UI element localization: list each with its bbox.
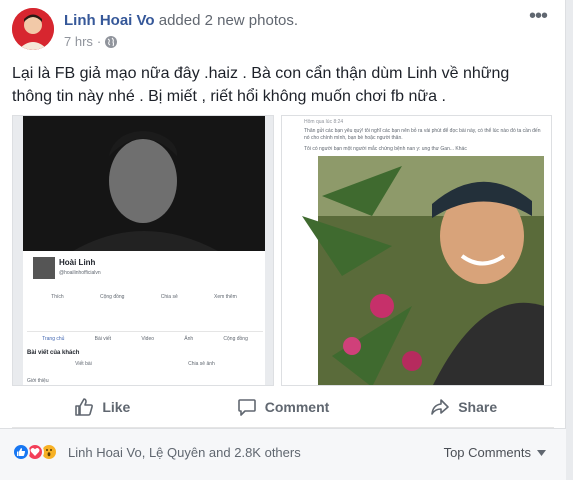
thumbs-up-icon xyxy=(75,397,94,416)
fake-like-label: Thích xyxy=(51,294,64,300)
fake-page-handle: @hoailinhofficialvn xyxy=(59,270,101,276)
comment-button[interactable]: Comment xyxy=(193,386,374,427)
post-text: Lại là FB giả mạo nữa đây .haiz . Bà con… xyxy=(12,65,510,105)
fake-tab: Ảnh xyxy=(184,336,194,342)
fake-bottom-label: Giới thiệu xyxy=(27,378,49,384)
photo-fake-page-screenshot[interactable]: Hoài Linh @hoailinhofficialvn Thích Cộng… xyxy=(12,115,274,386)
fake-page-action-row: Thích Cộng đồng Chia sẻ Xem thêm xyxy=(33,294,255,300)
fake-page-name: Hoài Linh xyxy=(59,258,96,267)
top-comments-label: Top Comments xyxy=(443,445,531,460)
like-label: Like xyxy=(102,398,131,415)
fake-page-illustration xyxy=(13,116,273,385)
reactions-summary-link[interactable]: Linh Hoai Vo, Lệ Quyên and 2.8K others xyxy=(68,445,301,460)
fake-share-label: Chia sẻ xyxy=(160,294,178,300)
like-reaction-icon xyxy=(12,443,30,461)
post-header: Linh Hoai Vo added 2 new photos. 7 hrs ·… xyxy=(12,6,553,56)
meta-separator: · xyxy=(96,34,102,49)
globe-icon[interactable] xyxy=(105,35,118,48)
share-button[interactable]: Share xyxy=(373,386,554,427)
fake-page-tabs: Trang chủ Bài viết Video Ảnh Cộng đồng xyxy=(27,331,263,342)
fake-post-caption-2: Tôi có người bạn một người mắc chứng bện… xyxy=(304,146,467,152)
fake-section-label: Bài viết của khách xyxy=(27,350,80,356)
fake-tab: Cộng đồng xyxy=(223,336,248,342)
fake-photo-label: Chia sẻ ảnh xyxy=(188,361,215,367)
post-action-text: added 2 new photos. xyxy=(158,12,299,29)
photo-selfie-with-flowers[interactable]: Hôm qua lúc 8:24 Thân gửi các bạn yêu qu… xyxy=(281,115,552,386)
post-meta: 7 hrs · xyxy=(64,34,118,49)
post-time-link[interactable]: 7 hrs xyxy=(64,34,93,49)
fake-community-label: Cộng đồng xyxy=(99,294,125,300)
post-card: Linh Hoai Vo added 2 new photos. 7 hrs ·… xyxy=(0,0,566,480)
more-options-icon[interactable]: ••• xyxy=(529,6,548,26)
share-label: Share xyxy=(458,398,498,415)
post-title-line: Linh Hoai Vo added 2 new photos. xyxy=(64,12,298,29)
photo-grid: Hoài Linh @hoailinhofficialvn Thích Cộng… xyxy=(12,115,552,386)
fake-post-caption: Thân gửi các bạn yêu quý! tôi nghĩ các b… xyxy=(304,128,541,141)
fake-tab: Video xyxy=(141,336,155,342)
fake-write-label: Viết bài xyxy=(75,361,92,367)
caret-down-icon xyxy=(537,449,546,456)
fake-tab: Trang chủ xyxy=(42,336,65,342)
share-arrow-icon xyxy=(431,398,450,415)
fake-post-meta: Hôm qua lúc 8:24 xyxy=(304,119,344,125)
author-name-link[interactable]: Linh Hoai Vo xyxy=(64,12,155,29)
comment-icon xyxy=(237,398,256,416)
top-comments-dropdown[interactable]: Top Comments xyxy=(444,445,546,460)
author-avatar[interactable] xyxy=(12,8,54,50)
comment-label: Comment xyxy=(264,398,330,415)
reaction-icons[interactable] xyxy=(12,443,64,463)
like-button[interactable]: Like xyxy=(12,386,193,427)
post-actions-bar: Like Comment Share xyxy=(12,386,554,428)
selfie-flowers-illustration xyxy=(302,156,544,385)
fake-compose-row: Viết bài Chia sẻ ảnh xyxy=(27,361,263,367)
fake-more-label: Xem thêm xyxy=(214,294,237,300)
fake-tab: Bài viết xyxy=(94,336,112,342)
reactions-bar: Linh Hoai Vo, Lệ Quyên and 2.8K others T… xyxy=(0,428,566,480)
